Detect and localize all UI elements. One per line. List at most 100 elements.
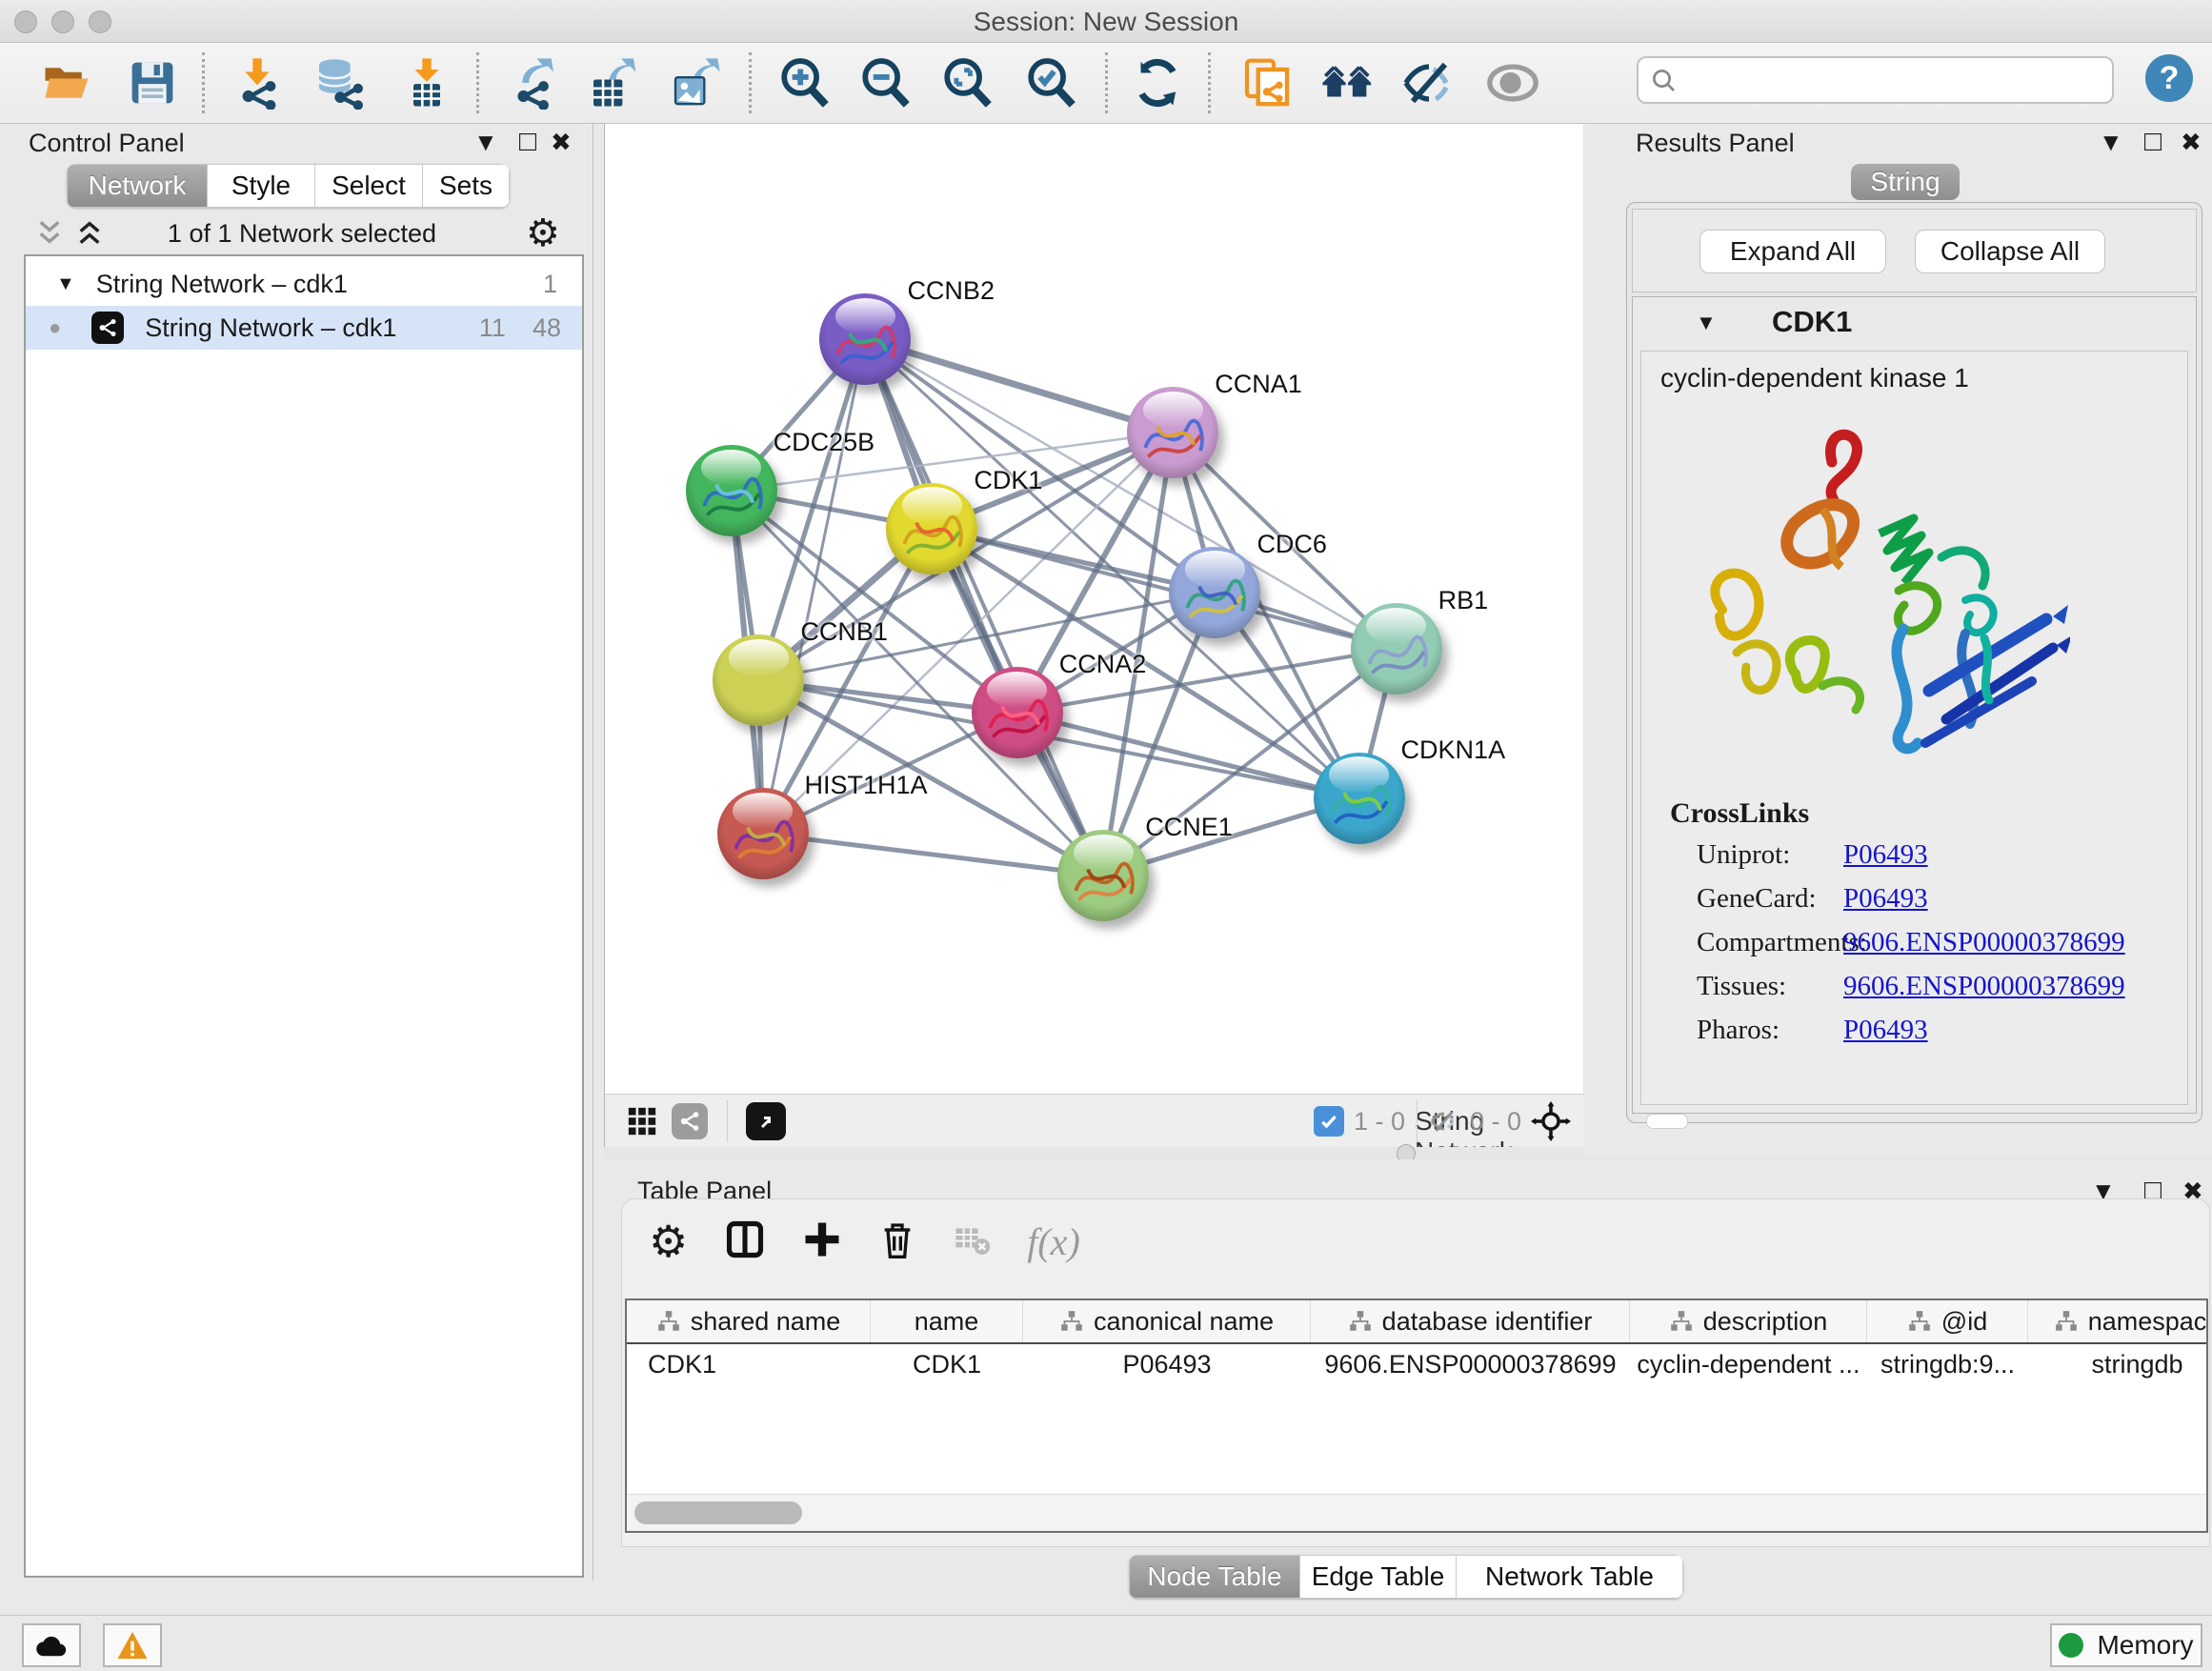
protein-ribbon-thumbnail xyxy=(1127,387,1218,478)
table-row[interactable]: CDK1 CDK1 P06493 9606.ENSP00000378699 cy… xyxy=(627,1344,2208,1384)
zoom-in-icon[interactable] xyxy=(776,54,834,111)
results-scroll-thumb[interactable] xyxy=(1646,1114,1688,1129)
crosslink-genecard-link[interactable]: P06493 xyxy=(1843,883,1928,915)
import-network-file-icon[interactable] xyxy=(229,54,286,111)
float-panel-icon[interactable]: □ xyxy=(519,126,536,158)
gene-detail-box: cyclin-dependent kinase 1 xyxy=(1640,351,2188,1105)
selected-count: 1 - 0 xyxy=(1354,1107,1405,1137)
grid-view-icon[interactable] xyxy=(626,1105,658,1142)
export-image-icon[interactable] xyxy=(667,54,724,111)
tab-network[interactable]: Network xyxy=(67,164,208,208)
protein-ribbon-thumbnail xyxy=(886,483,977,574)
collapse-all-button[interactable]: Collapse All xyxy=(1915,230,2105,273)
zoom-out-icon[interactable] xyxy=(857,54,915,111)
toolbar-separator xyxy=(1105,52,1108,113)
memory-status-dot xyxy=(2059,1633,2083,1658)
toolbar-separator xyxy=(1208,52,1211,113)
import-table-file-icon[interactable] xyxy=(398,54,455,111)
network-view-icon[interactable] xyxy=(672,1103,708,1139)
function-builder-icon[interactable]: f(x) xyxy=(1027,1219,1080,1264)
search-icon xyxy=(1650,67,1679,95)
network-node-CCNB2[interactable] xyxy=(819,293,911,385)
column-header[interactable]: canonical name xyxy=(1023,1300,1311,1342)
tab-select[interactable]: Select xyxy=(315,164,423,208)
network-edge[interactable] xyxy=(763,339,866,834)
show-all-eye-icon[interactable] xyxy=(1484,54,1541,111)
network-edge[interactable] xyxy=(763,834,1104,876)
crosslink-compartments-link[interactable]: 9606.ENSP00000378699 xyxy=(1843,927,2125,958)
network-row[interactable]: ● String Network – cdk1 11 48 xyxy=(26,306,582,350)
crosslink-tissues-link[interactable]: 9606.ENSP00000378699 xyxy=(1843,971,2125,1002)
pan-crosshair-icon[interactable] xyxy=(1531,1101,1571,1146)
new-network-from-selection-icon[interactable] xyxy=(1238,54,1296,111)
close-panel-icon[interactable]: ✖ xyxy=(2181,128,2202,157)
zoom-selected-icon[interactable] xyxy=(1023,54,1080,111)
network-options-gear-icon[interactable]: ⚙ xyxy=(526,211,560,255)
network-node-CDC6[interactable] xyxy=(1169,547,1260,638)
export-network-icon[interactable] xyxy=(505,54,562,111)
help-button[interactable]: ? xyxy=(2145,54,2193,102)
scrollbar-thumb[interactable] xyxy=(634,1501,802,1524)
results-panel-title: Results Panel xyxy=(1636,129,1795,158)
expand-all-networks-icon[interactable] xyxy=(74,217,105,252)
memory-button[interactable]: Memory xyxy=(2050,1623,2202,1667)
open-session-icon[interactable] xyxy=(38,54,95,111)
delete-column-trash-icon[interactable] xyxy=(878,1218,916,1265)
network-node-CCNA2[interactable] xyxy=(972,667,1063,758)
application-window: Session: New Session xyxy=(0,0,2212,1671)
tab-network-table[interactable]: Network Table xyxy=(1457,1555,1683,1599)
tab-string[interactable]: String xyxy=(1851,164,1960,200)
network-node-CDKN1A[interactable] xyxy=(1314,753,1405,844)
column-header[interactable]: shared name xyxy=(627,1300,871,1342)
collapse-all-networks-icon[interactable] xyxy=(34,217,65,252)
table-horizontal-scrollbar[interactable] xyxy=(627,1494,2206,1531)
zoom-fit-icon[interactable] xyxy=(939,54,996,111)
crosslink-pharos-link[interactable]: P06493 xyxy=(1843,1015,1928,1046)
expander-icon[interactable]: ▼ xyxy=(56,273,75,295)
search-input[interactable] xyxy=(1637,56,2114,104)
network-node-CDC25B[interactable] xyxy=(686,445,777,536)
collapse-panel-icon[interactable]: ▼ xyxy=(473,128,498,157)
hide-selection-eye-icon[interactable] xyxy=(1400,54,1458,111)
save-session-icon[interactable] xyxy=(124,54,181,111)
network-node-RB1[interactable] xyxy=(1351,603,1442,695)
column-header[interactable]: name xyxy=(871,1300,1023,1342)
column-header[interactable]: description xyxy=(1630,1300,1867,1342)
title-bar: Session: New Session xyxy=(0,0,2212,43)
show-columns-icon[interactable] xyxy=(724,1218,766,1265)
close-panel-icon[interactable]: ✖ xyxy=(551,128,572,157)
cloud-sessions-button[interactable] xyxy=(22,1623,81,1667)
add-column-icon[interactable] xyxy=(802,1219,842,1264)
crosslink-uniprot-link[interactable]: P06493 xyxy=(1843,839,1928,871)
collapse-panel-icon[interactable]: ▼ xyxy=(2099,128,2123,157)
network-collection-row[interactable]: ▼ String Network – cdk1 1 xyxy=(26,262,582,306)
detach-view-icon[interactable] xyxy=(746,1102,786,1140)
column-header[interactable]: @id xyxy=(1867,1300,2028,1342)
refresh-icon[interactable] xyxy=(1129,54,1186,111)
first-neighbors-icon[interactable] xyxy=(1319,54,1377,111)
network-node-CDK1[interactable] xyxy=(886,483,977,574)
network-canvas[interactable]: CCNB2CCNA1CDC25BCDK1CDC6RB1CCNB1CCNA2CDK… xyxy=(604,124,1584,1094)
import-network-database-icon[interactable] xyxy=(311,54,368,111)
network-node-CCNA1[interactable] xyxy=(1127,387,1218,478)
network-node-HIST1H1A[interactable] xyxy=(717,788,809,879)
network-node-label: HIST1H1A xyxy=(805,771,928,800)
tab-edge-table[interactable]: Edge Table xyxy=(1300,1555,1457,1599)
column-header[interactable]: namespace xyxy=(2028,1300,2208,1342)
float-panel-icon[interactable]: □ xyxy=(2144,126,2162,158)
mapped-column-icon xyxy=(1907,1309,1932,1334)
section-expander-icon[interactable]: ▼ xyxy=(1696,311,1717,335)
tab-node-table[interactable]: Node Table xyxy=(1129,1555,1300,1599)
tab-sets[interactable]: Sets xyxy=(423,164,510,208)
selected-indicator-checkbox[interactable] xyxy=(1314,1106,1344,1137)
delete-table-icon[interactable] xyxy=(953,1220,991,1263)
export-table-icon[interactable] xyxy=(585,54,642,111)
table-options-gear-icon[interactable]: ⚙ xyxy=(649,1216,688,1267)
expand-all-button[interactable]: Expand All xyxy=(1699,230,1886,273)
tab-style[interactable]: Style xyxy=(208,164,315,208)
column-header[interactable]: database identifier xyxy=(1311,1300,1630,1342)
collection-count: 1 xyxy=(543,270,557,299)
mapped-column-icon xyxy=(2054,1309,2079,1334)
warnings-button[interactable] xyxy=(103,1623,162,1667)
network-node-CCNE1[interactable] xyxy=(1057,830,1149,921)
